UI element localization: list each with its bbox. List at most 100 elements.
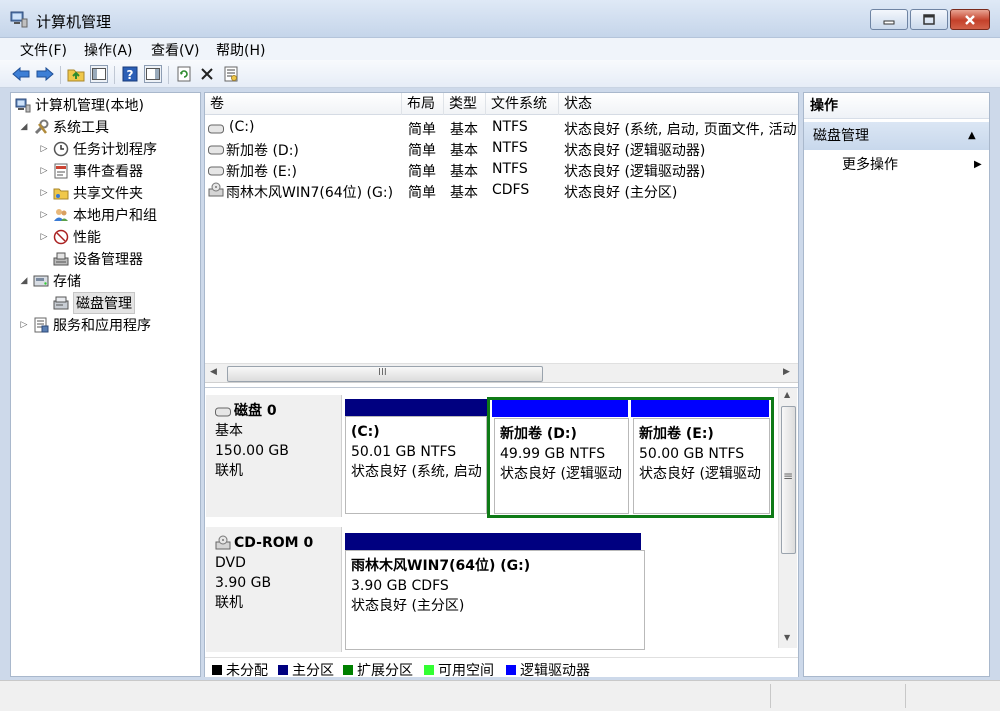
collapse-arrow-icon[interactable]: ◢	[19, 122, 29, 132]
logical-drive-bar	[492, 400, 628, 417]
help-icon[interactable]: ?	[121, 65, 139, 83]
legend-free-space: 可用空间	[424, 660, 494, 680]
drive-icon	[208, 143, 224, 159]
hard-disk-icon	[215, 403, 231, 419]
actions-section-disk-management[interactable]: 磁盘管理 ▲	[804, 122, 989, 150]
menu-bar: 文件(F) 操作(A) 查看(V) 帮助(H)	[0, 38, 1000, 60]
menu-file[interactable]: 文件(F)	[20, 40, 67, 60]
tree-item-storage[interactable]: ◢ 存储	[19, 271, 81, 291]
up-folder-icon[interactable]	[67, 65, 85, 83]
scroll-left-icon[interactable]: ◀	[210, 367, 217, 377]
scrollbar-thumb[interactable]: ≡	[781, 406, 796, 554]
scrollbar-thumb[interactable]: III	[227, 366, 543, 382]
device-manager-icon	[53, 251, 69, 267]
col-layout[interactable]: 布局	[402, 93, 444, 115]
partition-g[interactable]: 雨林木风WIN7(64位) (G:) 3.90 GB CDFS 状态良好 (主分…	[345, 550, 645, 650]
legend-extended: 扩展分区	[343, 660, 413, 680]
cd-drive-icon	[215, 535, 231, 551]
services-icon	[33, 317, 49, 333]
expand-arrow-icon[interactable]: ▷	[39, 232, 49, 242]
tree-item-device-manager[interactable]: 设备管理器	[53, 249, 143, 269]
menu-view[interactable]: 查看(V)	[151, 40, 200, 60]
expand-arrow-icon[interactable]: ▷	[39, 210, 49, 220]
logical-drive-bar	[631, 400, 769, 417]
tree-item-task-scheduler[interactable]: ▷ 任务计划程序	[39, 139, 157, 159]
volume-row[interactable]: 雨林木风WIN7(64位) (G:) 简单 基本 CDFS 状态良好 (主分区)	[205, 180, 798, 201]
cd-drive-icon	[208, 182, 224, 202]
legend-logical-drive: 逻辑驱动器	[506, 660, 590, 680]
delete-icon[interactable]	[198, 65, 216, 83]
collapse-arrow-icon[interactable]: ◢	[19, 276, 29, 286]
back-arrow-icon[interactable]	[12, 65, 30, 83]
properties-panel-icon[interactable]	[144, 65, 162, 83]
expand-arrow-icon[interactable]: ▷	[39, 188, 49, 198]
title-bar[interactable]: 计算机管理	[0, 0, 1000, 38]
collapse-up-icon[interactable]: ▲	[968, 122, 976, 150]
col-volume[interactable]: 卷	[205, 93, 402, 115]
center-pane: 卷 布局 类型 文件系统 状态 (C:) 简单 基本 NTFS 状态良好 (系统…	[204, 92, 799, 680]
horizontal-scrollbar[interactable]: ◀ III ▶	[205, 363, 798, 383]
volume-row[interactable]: 新加卷 (E:) 简单 基本 NTFS 状态良好 (逻辑驱动器)	[205, 159, 798, 180]
tree-label: 本地用户和组	[73, 208, 157, 224]
menu-action[interactable]: 操作(A)	[84, 40, 133, 60]
tree-label: 磁盘管理	[73, 292, 135, 314]
maximize-icon	[923, 14, 935, 25]
drive-icon	[208, 122, 224, 138]
properties-icon[interactable]	[222, 65, 240, 83]
tree-item-performance[interactable]: ▷ 性能	[39, 227, 101, 247]
menu-help[interactable]: 帮助(H)	[216, 40, 265, 60]
vertical-scrollbar[interactable]: ▲ ≡ ▼	[778, 388, 797, 648]
close-button[interactable]	[950, 9, 990, 30]
cdrom-0-info[interactable]: CD-ROM 0 DVD 3.90 GB 联机	[206, 527, 342, 652]
tree-item-services-apps[interactable]: ▷ 服务和应用程序	[19, 315, 151, 335]
disk-0-info[interactable]: 磁盘 0 基本 150.00 GB 联机	[206, 395, 342, 517]
partition-e[interactable]: 新加卷 (E:) 50.00 GB NTFS 状态良好 (逻辑驱动	[633, 418, 770, 514]
expand-arrow-icon[interactable]: ▷	[39, 144, 49, 154]
col-type[interactable]: 类型	[444, 93, 486, 115]
show-hide-tree-icon[interactable]	[90, 65, 108, 83]
volume-row[interactable]: 新加卷 (D:) 简单 基本 NTFS 状态良好 (逻辑驱动器)	[205, 138, 798, 159]
tree-label: 服务和应用程序	[53, 318, 151, 334]
col-filesystem[interactable]: 文件系统	[486, 93, 559, 115]
shared-folder-icon	[53, 185, 69, 201]
volume-row[interactable]: (C:) 简单 基本 NTFS 状态良好 (系统, 启动, 页面文件, 活动	[205, 117, 798, 138]
minimize-button[interactable]	[870, 9, 908, 30]
tree-item-disk-management[interactable]: 磁盘管理	[53, 292, 135, 314]
scroll-right-icon[interactable]: ▶	[783, 367, 790, 377]
computer-management-icon	[10, 10, 28, 28]
legend-primary: 主分区	[278, 660, 334, 680]
more-actions-item[interactable]: 更多操作 ▶	[804, 153, 989, 177]
tree-label: 任务计划程序	[73, 142, 157, 158]
tree-label: 存储	[53, 274, 81, 290]
submenu-arrow-icon: ▶	[974, 159, 982, 170]
tree-label: 设备管理器	[73, 252, 143, 268]
expand-arrow-icon[interactable]: ▷	[19, 320, 29, 330]
performance-icon	[53, 229, 69, 245]
partition-c[interactable]: (C:) 50.01 GB NTFS 状态良好 (系统, 启动	[345, 416, 487, 514]
drive-icon	[208, 164, 224, 180]
col-status[interactable]: 状态	[559, 93, 798, 115]
tree-item-computer-management[interactable]: 计算机管理(本地)	[15, 95, 144, 115]
expand-arrow-icon[interactable]: ▷	[39, 166, 49, 176]
tree-item-system-tools[interactable]: ◢ 系统工具	[19, 117, 109, 137]
toolbar: ?	[0, 60, 1000, 88]
maximize-button[interactable]	[910, 9, 948, 30]
status-bar	[0, 680, 1000, 711]
tree-item-event-viewer[interactable]: ▷ 事件查看器	[39, 161, 143, 181]
forward-arrow-icon[interactable]	[36, 65, 54, 83]
actions-pane: 操作 磁盘管理 ▲ 更多操作 ▶	[803, 92, 990, 677]
tree-item-shared-folders[interactable]: ▷ 共享文件夹	[39, 183, 143, 203]
scroll-down-icon[interactable]: ▼	[784, 633, 790, 642]
refresh-icon[interactable]	[175, 65, 193, 83]
partition-d[interactable]: 新加卷 (D:) 49.99 GB NTFS 状态良好 (逻辑驱动	[494, 418, 629, 514]
event-log-icon	[53, 163, 69, 179]
storage-icon	[33, 273, 49, 289]
computer-management-icon	[15, 97, 31, 113]
tree-label: 系统工具	[53, 120, 109, 136]
tree-label: 计算机管理(本地)	[35, 98, 144, 114]
legend-unallocated: 未分配	[212, 660, 268, 680]
window-title: 计算机管理	[36, 13, 112, 31]
volume-list-header: 卷 布局 类型 文件系统 状态	[205, 93, 798, 115]
tree-item-local-users[interactable]: ▷ 本地用户和组	[39, 205, 157, 225]
scroll-up-icon[interactable]: ▲	[784, 390, 790, 399]
